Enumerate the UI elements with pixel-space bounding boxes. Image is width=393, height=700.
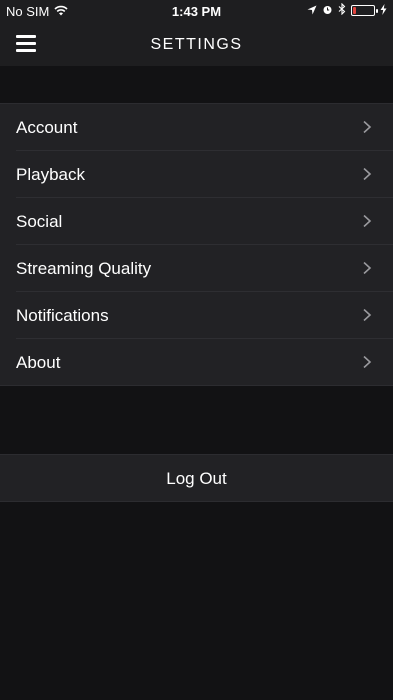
charging-icon [380,3,387,18]
settings-item-label: Social [16,212,63,231]
chevron-right-icon [363,121,372,133]
chevron-right-icon [363,262,372,274]
settings-item-playback[interactable]: Playback [16,151,393,198]
logout-button[interactable]: Log Out [0,454,393,502]
logout-label: Log Out [166,469,227,488]
settings-item-notifications[interactable]: Notifications [16,292,393,339]
settings-item-streaming-quality[interactable]: Streaming Quality [16,245,393,292]
location-icon [307,3,317,18]
battery-icon [351,5,378,16]
settings-item-social[interactable]: Social [16,198,393,245]
status-right [307,2,387,18]
chevron-right-icon [363,309,372,321]
alarm-icon [322,3,333,18]
settings-list: Account Playback Social Streaming Qualit… [0,103,393,386]
page-title: SETTINGS [150,36,243,53]
settings-item-label: Streaming Quality [16,259,152,278]
chevron-right-icon [363,215,372,227]
settings-item-label: Playback [16,165,85,184]
chevron-right-icon [363,356,372,368]
settings-item-label: About [16,353,61,372]
status-bar: No SIM 1:43 PM [0,0,393,22]
settings-item-label: Account [16,118,78,137]
settings-item-about[interactable]: About [16,339,393,385]
bluetooth-icon [338,2,346,18]
settings-item-account[interactable]: Account [16,104,393,151]
chevron-right-icon [363,168,372,180]
settings-item-label: Notifications [16,306,109,325]
battery-fill [353,7,356,14]
nav-bar: SETTINGS [0,22,393,66]
